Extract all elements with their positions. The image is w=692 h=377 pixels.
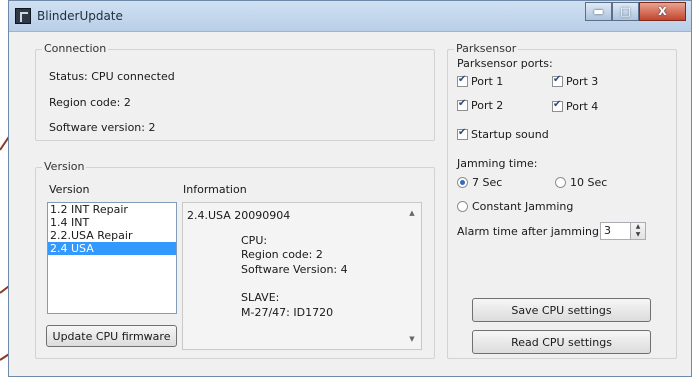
checkbox-checked-icon[interactable] [457,98,468,111]
startup-sound-label: Startup sound [471,128,549,141]
scroll-up-icon[interactable]: ▲ [407,209,417,217]
parksensor-legend: Parksensor [454,42,519,55]
alarm-time-input[interactable]: 3 [600,222,631,240]
connection-group: Connection Status: CPU connected Region … [35,42,435,141]
region-code-text: Region code: 2 [49,96,131,109]
version-item[interactable]: 1.2 INT Repair [48,203,176,216]
port-3-label: Port 3 [566,75,599,88]
version-item-selected[interactable]: 2.4 USA [48,242,176,255]
jamming-10sec-label: 10 Sec [570,176,608,189]
info-cpu-software: Software Version: 4 [241,263,348,276]
info-slave-heading: SLAVE: [241,291,280,304]
port-2-checkbox[interactable]: Port 2 [457,98,504,112]
version-item[interactable]: 1.4 INT [48,216,176,229]
update-cpu-firmware-button[interactable]: Update CPU firmware [46,325,177,347]
port-1-label: Port 1 [471,75,504,88]
checkbox-checked-icon[interactable] [457,127,468,140]
information-box: 2.4.USA 20090904 CPU: Region code: 2 Sof… [182,202,422,350]
info-slave-id: M-27/47: ID1720 [241,306,334,319]
version-list-header: Version [49,183,90,196]
read-cpu-settings-button[interactable]: Read CPU settings [472,330,651,354]
checkbox-checked-icon[interactable] [457,74,468,87]
status-text: Status: CPU connected [49,70,175,83]
constant-jamming-radio[interactable]: Constant Jamming [457,200,573,213]
checkbox-checked-icon[interactable] [552,99,563,112]
app-icon [15,8,31,24]
port-1-checkbox[interactable]: Port 1 [457,74,504,88]
radio-unselected-icon[interactable] [555,177,566,188]
info-scrollbar[interactable]: ▲ ▼ [404,203,421,349]
checkbox-checked-icon[interactable] [552,74,563,87]
title-bar: BlinderUpdate ▬ □ X [9,1,691,32]
information-header: Information [183,183,247,196]
port-4-label: Port 4 [566,100,599,113]
parksensor-group: Parksensor Parksensor ports: Port 1 Port… [447,42,677,359]
port-4-checkbox[interactable]: Port 4 [552,99,599,113]
software-version-text: Software version: 2 [49,121,156,134]
constant-jamming-label: Constant Jamming [472,200,574,213]
stepper-buttons[interactable]: ▲ ▼ [631,222,646,240]
connection-legend: Connection [42,42,109,55]
close-button[interactable]: X [639,2,686,21]
maximize-button[interactable]: □ [612,2,639,21]
app-window: BlinderUpdate ▬ □ X Connection Status: C… [8,0,692,377]
version-item[interactable]: 2.2.USA Repair [48,229,176,242]
stepper-down-icon[interactable]: ▼ [631,231,645,239]
info-cpu-region: Region code: 2 [241,248,323,261]
radio-unselected-icon[interactable] [457,201,468,212]
port-3-checkbox[interactable]: Port 3 [552,74,599,88]
jamming-7sec-radio[interactable]: 7 Sec [457,176,502,189]
window-controls: ▬ □ X [585,2,686,21]
info-cpu-heading: CPU: [241,234,268,247]
jamming-time-label: Jamming time: [457,157,538,170]
info-first-line: 2.4.USA 20090904 [187,209,291,222]
radio-selected-icon[interactable] [457,177,468,188]
scroll-down-icon[interactable]: ▼ [407,335,417,343]
version-listbox[interactable]: 1.2 INT Repair 1.4 INT 2.2.USA Repair 2.… [47,202,177,314]
alarm-time-stepper[interactable]: 3 ▲ ▼ [600,222,646,240]
parksensor-ports-label: Parksensor ports: [457,57,553,70]
jamming-10sec-radio[interactable]: 10 Sec [555,176,607,189]
window-title: BlinderUpdate [37,9,123,23]
minimize-button[interactable]: ▬ [585,2,612,21]
version-group: Version Version Information 1.2 INT Repa… [35,160,435,359]
version-legend: Version [42,160,87,173]
port-2-label: Port 2 [471,99,504,112]
save-cpu-settings-button[interactable]: Save CPU settings [472,298,651,322]
alarm-time-label: Alarm time after jamming: [457,225,603,238]
startup-sound-checkbox[interactable]: Startup sound [457,127,549,141]
jamming-7sec-label: 7 Sec [472,176,503,189]
stepper-up-icon[interactable]: ▲ [631,223,645,231]
